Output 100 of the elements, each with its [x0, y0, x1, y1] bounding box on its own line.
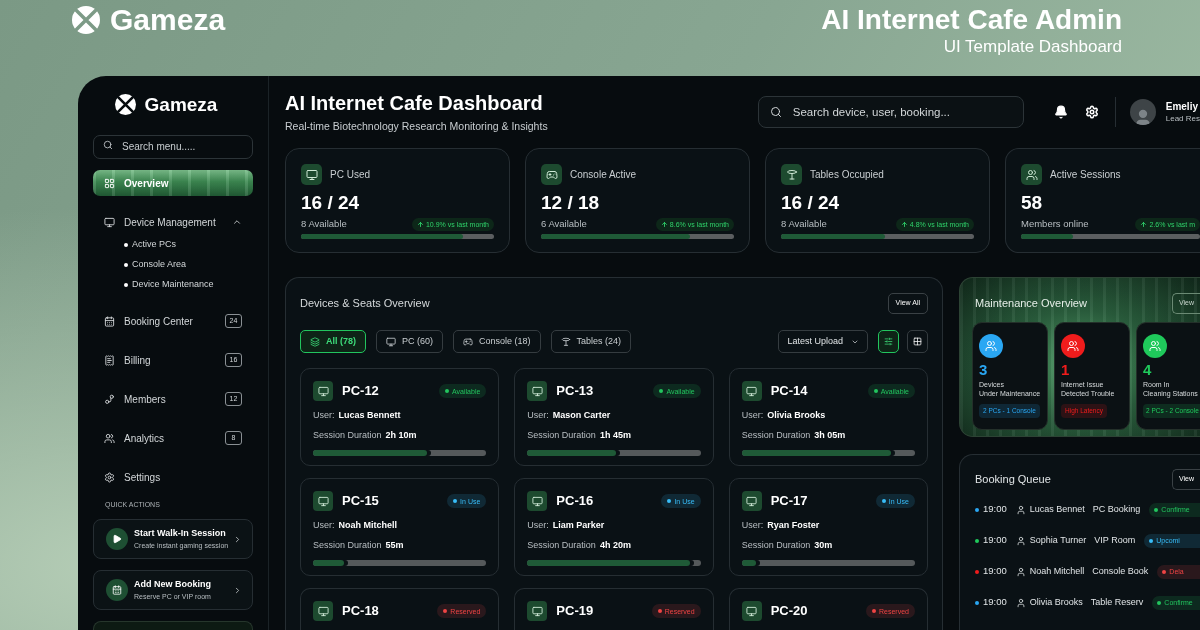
booking-time: 19:00 — [983, 502, 1007, 517]
stat-label: Active Sessions — [1050, 168, 1121, 182]
sidebar-item[interactable]: Settings — [93, 464, 253, 490]
user-label: User: — [313, 518, 335, 532]
sidebar-item[interactable]: Overview — [93, 170, 253, 196]
table-icon — [781, 164, 802, 185]
device-name: PC-20 — [770, 602, 808, 621]
submenu-item[interactable]: Console Area — [93, 255, 253, 275]
device-name: PC-16 — [556, 492, 594, 511]
duration-label: Session Duration — [741, 538, 811, 552]
chevron-right-icon — [233, 534, 242, 544]
booking-time: 19:00 — [983, 564, 1007, 579]
duration-value: 1h 45m — [599, 428, 631, 442]
grid-icon — [913, 337, 922, 346]
search-field[interactable]: Search menu..... — [93, 134, 253, 159]
device-name: PC-13 — [556, 382, 594, 401]
device-name: PC-15 — [342, 492, 379, 511]
booking-time: 19:00 — [983, 595, 1007, 610]
customer-name: Olivia Brooks — [1029, 595, 1083, 609]
search-icon — [103, 140, 113, 150]
settings-icon[interactable] — [1084, 105, 1099, 119]
stat-label: PC Used — [330, 168, 370, 182]
logo-icon — [72, 6, 100, 34]
monitor-icon — [313, 601, 333, 621]
stat-value: 12 / 18 — [541, 192, 601, 214]
bullet-icon — [124, 263, 128, 267]
gear-icon — [104, 471, 115, 483]
monitor-icon — [741, 601, 762, 621]
nodes-icon — [104, 393, 115, 405]
monitor-icon — [527, 601, 548, 621]
user-label: User: — [741, 408, 764, 422]
play-icon — [106, 528, 128, 550]
layers-icon — [310, 336, 320, 347]
user-name: Emeliy — [1165, 100, 1199, 113]
gamepad-icon — [463, 336, 474, 347]
users-icon — [1021, 164, 1042, 185]
search-field[interactable]: Search device, user, booking... — [757, 96, 1024, 128]
person-icon — [1015, 597, 1026, 608]
bell-icon[interactable] — [1053, 105, 1068, 119]
user-label: User: — [527, 518, 549, 532]
device-name: PC-17 — [770, 492, 808, 511]
filter-tab[interactable]: Console (18) — [453, 330, 541, 353]
stat-value: 58 — [1021, 192, 1044, 214]
monitor-icon — [313, 491, 333, 511]
customer-name: Noah Mitchell — [1029, 564, 1085, 578]
search-icon — [769, 106, 782, 118]
booking-type: Table Reserv — [1090, 595, 1144, 609]
monitor-icon — [313, 381, 333, 401]
booking-time: 19:00 — [983, 533, 1007, 548]
person-icon — [1015, 566, 1026, 577]
grid-view-button[interactable] — [907, 330, 928, 353]
chevron-up-icon[interactable] — [232, 217, 242, 227]
stat-label: Tables Occupied — [810, 168, 884, 182]
page-subtitle: Real-time Biotechnology Research Monitoring & Insights — [285, 119, 548, 133]
monitor-icon — [301, 164, 322, 185]
panel-title: Maintenance Overview — [975, 296, 1087, 312]
sort-dropdown[interactable]: Latest Upload — [778, 330, 868, 353]
table-icon — [560, 336, 571, 347]
sliders-icon — [884, 337, 893, 346]
user-name: Noah Mitchell — [338, 518, 398, 532]
maintenance-count: 1 — [1061, 362, 1070, 378]
brand-name: Gameza — [144, 94, 218, 114]
stat-subtext: 6 Available — [541, 217, 587, 232]
device-name: PC-12 — [342, 382, 379, 401]
customer-name: Sophia Turner — [1029, 533, 1087, 547]
user-role: Lead Res — [1165, 113, 1200, 124]
duration-value: 4h 20m — [599, 538, 631, 552]
submenu-item[interactable]: Device Maintenance — [93, 275, 253, 295]
list-view-button[interactable] — [878, 330, 899, 353]
filter-tab[interactable]: Tables (24) — [550, 330, 632, 353]
sidebar-item[interactable]: Device Management — [93, 209, 253, 235]
user-name: Olivia Brooks — [767, 408, 826, 422]
user-label: User: — [313, 408, 335, 422]
arrow-up-icon — [660, 221, 668, 228]
user-name: Lucas Bennett — [338, 408, 401, 422]
monitor-icon — [527, 381, 548, 401]
duration-label: Session Duration — [741, 428, 811, 442]
filter-tab[interactable]: All (78) — [300, 330, 366, 353]
maintenance-count: 4 — [1143, 362, 1152, 378]
arrow-up-icon — [900, 221, 908, 228]
monitor-icon — [104, 216, 115, 228]
duration-value: 3h 05m — [814, 428, 846, 442]
arrow-up-icon — [1140, 221, 1148, 228]
filter-tab[interactable]: PC (60) — [376, 330, 444, 353]
monitor-icon — [741, 381, 762, 401]
submenu-item[interactable]: Active PCs — [93, 235, 253, 255]
page-title: AI Internet Cafe Dashboard — [285, 91, 544, 115]
stat-subtext: 8 Available — [301, 217, 347, 232]
booking-type: VIP Room — [1094, 533, 1136, 547]
stat-subtext: 8 Available — [781, 217, 827, 232]
brand-name: Gameza — [110, 5, 226, 35]
panel-title: Devices & Seats Overview — [300, 296, 430, 312]
calendar-icon — [104, 315, 115, 327]
receipt-icon — [104, 354, 115, 366]
monitor-icon — [741, 491, 762, 511]
user-name: Mason Carter — [552, 408, 611, 422]
avatar[interactable] — [1129, 99, 1156, 125]
duration-label: Session Duration — [527, 538, 596, 552]
stat-subtext: Members online — [1021, 217, 1089, 232]
maintenance-count: 3 — [979, 362, 988, 378]
